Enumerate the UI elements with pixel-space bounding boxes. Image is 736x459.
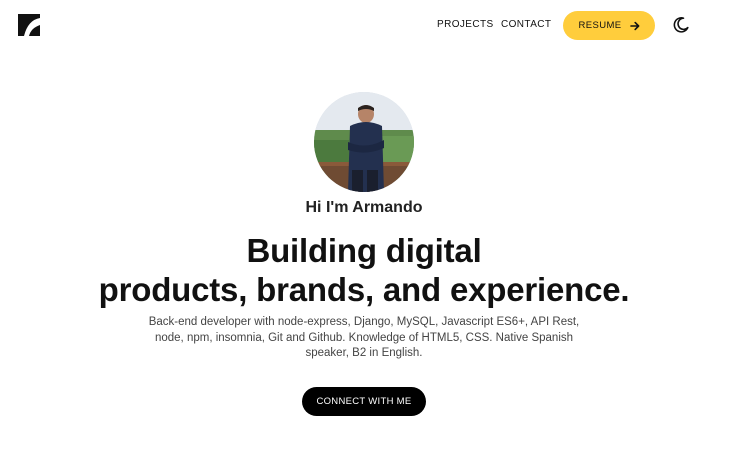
headline-line-2: products, brands, and experience.	[98, 271, 630, 308]
page-title: Building digital products, brands, and e…	[60, 231, 668, 309]
arrow-right-icon	[629, 21, 639, 30]
resume-button-label: RESUME	[578, 20, 622, 31]
portfolio-page: PROJECTS CONTACT RESUME Hi I'm Armando B…	[0, 0, 736, 459]
moon-icon	[673, 17, 689, 33]
bio-text: Back-end developer with node-express, Dj…	[148, 316, 580, 359]
greeting: Hi I'm Armando	[305, 199, 423, 216]
avatar	[314, 92, 414, 192]
connect-with-me-button[interactable]: CONNECT WITH ME	[302, 387, 426, 416]
nav-projects-link[interactable]: PROJECTS	[437, 19, 494, 30]
brand-logo-icon[interactable]	[18, 14, 40, 36]
site-header: PROJECTS CONTACT RESUME	[0, 0, 736, 52]
theme-toggle-button[interactable]	[672, 16, 690, 34]
resume-button[interactable]: RESUME	[563, 11, 655, 40]
nav-contact-link[interactable]: CONTACT	[501, 19, 551, 30]
headline-line-1: Building digital	[246, 232, 482, 269]
profile-photo	[314, 92, 414, 192]
